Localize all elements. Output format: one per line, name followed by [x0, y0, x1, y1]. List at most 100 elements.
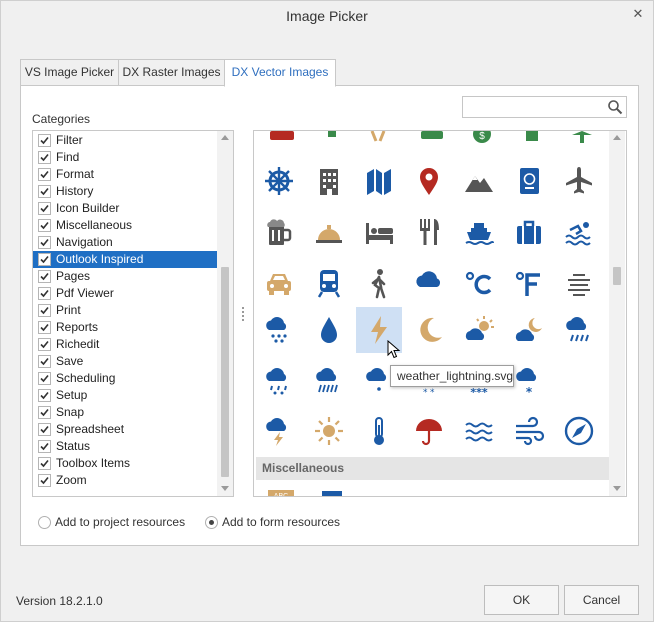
scroll-up-icon[interactable]	[221, 135, 229, 140]
icon-tile[interactable]	[556, 209, 602, 255]
scroll-down-icon[interactable]	[221, 486, 229, 491]
category-item[interactable]: Zoom	[33, 472, 217, 489]
icon-tile[interactable]	[306, 307, 352, 353]
icon-tile[interactable]	[356, 209, 402, 255]
icon-tile[interactable]	[456, 260, 502, 306]
category-checkbox[interactable]	[38, 287, 51, 300]
gallery-scrollbar[interactable]	[609, 131, 625, 496]
scroll-down-icon[interactable]	[613, 486, 621, 491]
icon-tile[interactable]	[306, 408, 352, 454]
tab-dx-vector-images[interactable]: DX Vector Images	[224, 59, 336, 87]
category-checkbox[interactable]	[38, 406, 51, 419]
icon-tile[interactable]	[406, 260, 452, 306]
icon-tile[interactable]	[256, 260, 302, 306]
category-checkbox[interactable]	[38, 321, 51, 334]
icon-tile[interactable]	[356, 408, 402, 454]
icon-tile[interactable]	[406, 408, 452, 454]
category-checkbox[interactable]	[38, 457, 51, 470]
search-input[interactable]	[463, 97, 603, 117]
splitter-handle[interactable]	[240, 305, 248, 323]
category-item[interactable]: Filter	[33, 132, 217, 149]
category-item[interactable]: Format	[33, 166, 217, 183]
close-button[interactable]: ✕	[629, 5, 647, 23]
category-checkbox[interactable]	[38, 474, 51, 487]
category-item[interactable]: History	[33, 183, 217, 200]
category-checkbox[interactable]	[38, 236, 51, 249]
cancel-button[interactable]: Cancel	[564, 585, 639, 615]
icon-tile[interactable]	[506, 408, 552, 454]
icon-tile[interactable]	[556, 260, 602, 306]
icon-tile[interactable]	[256, 358, 302, 404]
icon-tile[interactable]	[306, 260, 352, 306]
category-item[interactable]: Reports	[33, 319, 217, 336]
icon-tile[interactable]	[506, 209, 552, 255]
icon-tile[interactable]	[356, 260, 402, 306]
icon-tile[interactable]	[456, 408, 502, 454]
icon-tile[interactable]	[506, 260, 552, 306]
icon-tile[interactable]	[256, 307, 302, 353]
category-item[interactable]: Navigation	[33, 234, 217, 251]
category-item[interactable]: Scheduling	[33, 370, 217, 387]
icon-tile[interactable]	[256, 158, 302, 204]
icon-tile[interactable]	[306, 209, 352, 255]
category-checkbox[interactable]	[38, 134, 51, 147]
category-checkbox[interactable]	[38, 253, 51, 266]
icon-tile[interactable]	[356, 158, 402, 204]
icon-tile[interactable]	[456, 307, 502, 353]
category-item[interactable]: Save	[33, 353, 217, 370]
radio-button[interactable]	[205, 516, 218, 529]
icon-tile[interactable]	[306, 158, 352, 204]
icon-tile[interactable]	[256, 408, 302, 454]
category-item[interactable]: Icon Builder	[33, 200, 217, 217]
scroll-up-icon[interactable]	[613, 135, 621, 140]
category-checkbox[interactable]	[38, 372, 51, 385]
category-item[interactable]: Outlook Inspired	[33, 251, 217, 268]
category-item[interactable]: Spreadsheet	[33, 421, 217, 438]
categories-scrollbar[interactable]	[217, 131, 233, 496]
gallery-scroll-thumb[interactable]	[613, 267, 621, 285]
radio-button[interactable]	[38, 516, 51, 529]
icon-tile[interactable]	[456, 209, 502, 255]
category-item[interactable]: Miscellaneous	[33, 217, 217, 234]
search-icon[interactable]	[607, 99, 623, 115]
category-item[interactable]: Setup	[33, 387, 217, 404]
category-checkbox[interactable]	[38, 338, 51, 351]
search-box[interactable]	[462, 96, 627, 118]
icon-gallery[interactable]: $ * * *** * Miscellaneous ABC	[253, 130, 627, 497]
ok-button[interactable]: OK	[484, 585, 559, 615]
icon-tile[interactable]	[406, 307, 452, 353]
icon-tile[interactable]	[556, 307, 602, 353]
icon-tile[interactable]	[456, 158, 502, 204]
category-item[interactable]: Richedit	[33, 336, 217, 353]
category-checkbox[interactable]	[38, 423, 51, 436]
category-item[interactable]: Pdf Viewer	[33, 285, 217, 302]
category-checkbox[interactable]	[38, 440, 51, 453]
category-checkbox[interactable]	[38, 168, 51, 181]
category-checkbox[interactable]	[38, 202, 51, 215]
category-item[interactable]: Find	[33, 149, 217, 166]
category-checkbox[interactable]	[38, 389, 51, 402]
icon-tile[interactable]	[506, 307, 552, 353]
tab-vs-image-picker[interactable]: VS Image Picker	[20, 59, 119, 86]
category-item[interactable]: Snap	[33, 404, 217, 421]
icon-tile[interactable]	[556, 408, 602, 454]
category-item[interactable]: Status	[33, 438, 217, 455]
category-checkbox[interactable]	[38, 151, 51, 164]
tab-dx-raster-images[interactable]: DX Raster Images	[118, 59, 225, 86]
category-checkbox[interactable]	[38, 219, 51, 232]
category-checkbox[interactable]	[38, 185, 51, 198]
icon-tile[interactable]	[256, 209, 302, 255]
icon-tile[interactable]	[406, 209, 452, 255]
categories-scroll-thumb[interactable]	[221, 267, 229, 477]
category-checkbox[interactable]	[38, 355, 51, 368]
category-item[interactable]: Pages	[33, 268, 217, 285]
category-checkbox[interactable]	[38, 304, 51, 317]
category-item[interactable]: Print	[33, 302, 217, 319]
icon-tile[interactable]	[506, 158, 552, 204]
icon-tile[interactable]	[306, 358, 352, 404]
category-item[interactable]: Toolbox Items	[33, 455, 217, 472]
icon-tile[interactable]	[406, 158, 452, 204]
categories-list[interactable]: Filter Find Format History Icon Builder Misce…	[32, 130, 234, 497]
icon-tile[interactable]	[556, 158, 602, 204]
category-checkbox[interactable]	[38, 270, 51, 283]
